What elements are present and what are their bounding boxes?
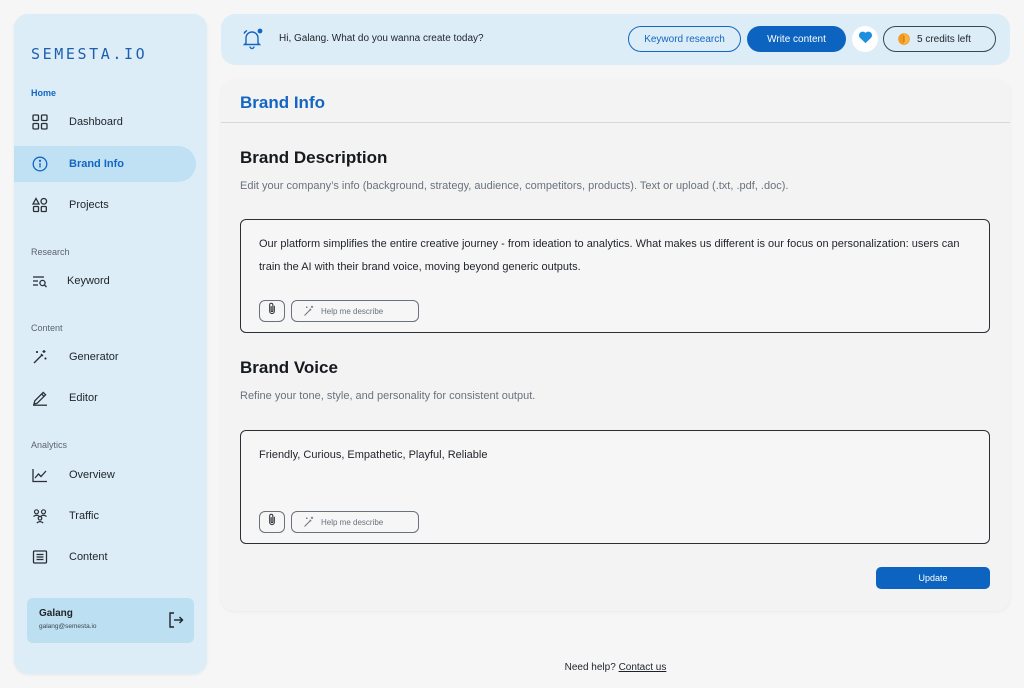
help-me-describe-button[interactable]: Help me describe bbox=[291, 300, 419, 322]
credits-text: 5 credits left bbox=[917, 33, 971, 45]
magic-wand-icon bbox=[304, 516, 314, 527]
coin-icon bbox=[898, 33, 910, 45]
sidebar-item-content[interactable]: Content bbox=[14, 539, 196, 575]
notification-bell-icon[interactable] bbox=[241, 28, 263, 50]
sidebar: SEMESTA.IO Home Dashboard Brand Info Pro… bbox=[14, 14, 207, 674]
magic-wand-icon bbox=[304, 305, 314, 316]
section-label-home: Home bbox=[31, 88, 57, 98]
user-card: Galang galang@semesta.io bbox=[27, 598, 194, 643]
help-me-describe-label: Help me describe bbox=[321, 306, 384, 316]
brand-voice-heading: Brand Voice bbox=[240, 358, 338, 377]
write-content-button[interactable]: Write content bbox=[747, 26, 846, 52]
info-icon bbox=[31, 155, 49, 173]
section-label-analytics: Analytics bbox=[31, 440, 68, 450]
brand-voice-hint: Refine your tone, style, and personality… bbox=[240, 390, 536, 402]
sidebar-item-label: Generator bbox=[69, 351, 119, 363]
header-divider bbox=[221, 122, 1010, 123]
grid-icon bbox=[31, 113, 49, 131]
keyword-research-button[interactable]: Keyword research bbox=[628, 26, 741, 52]
user-email: galang@semesta.io bbox=[39, 623, 97, 630]
brand-voice-text[interactable]: Friendly, Curious, Empathetic, Playful, … bbox=[259, 444, 973, 467]
sidebar-item-generator[interactable]: Generator bbox=[14, 339, 196, 375]
update-button[interactable]: Update bbox=[876, 567, 990, 589]
document-icon bbox=[31, 548, 49, 566]
shapes-icon bbox=[31, 196, 49, 214]
sidebar-item-label: Dashboard bbox=[69, 116, 123, 128]
top-bar: Hi, Galang. What do you wanna create tod… bbox=[221, 14, 1010, 65]
sidebar-item-keyword[interactable]: Keyword bbox=[14, 263, 196, 299]
sidebar-item-traffic[interactable]: Traffic bbox=[14, 498, 196, 534]
sidebar-item-label: Content bbox=[69, 551, 108, 563]
sidebar-item-label: Overview bbox=[69, 469, 115, 481]
attach-file-button[interactable] bbox=[259, 511, 285, 533]
brand-voice-field[interactable]: Friendly, Curious, Empathetic, Playful, … bbox=[240, 430, 990, 544]
sidebar-item-label: Editor bbox=[69, 392, 98, 404]
section-label-research: Research bbox=[31, 247, 70, 257]
paperclip-icon bbox=[267, 513, 277, 531]
section-label-content: Content bbox=[31, 323, 63, 333]
brand-description-field[interactable]: Our platform simplifies the entire creat… bbox=[240, 219, 990, 333]
user-name: Galang bbox=[39, 608, 73, 619]
sidebar-item-label: Keyword bbox=[67, 275, 110, 287]
favorites-button[interactable] bbox=[852, 26, 878, 52]
brand-logo[interactable]: SEMESTA.IO bbox=[31, 45, 147, 63]
paperclip-icon bbox=[267, 302, 277, 320]
sidebar-item-label: Projects bbox=[69, 199, 109, 211]
credits-badge[interactable]: 5 credits left bbox=[883, 26, 996, 52]
help-me-describe-label: Help me describe bbox=[321, 517, 384, 527]
logout-icon[interactable] bbox=[166, 610, 186, 630]
brand-info-panel: Brand Info Brand Description Edit your c… bbox=[221, 80, 1010, 611]
footer: Need help? Contact us bbox=[221, 662, 1010, 673]
magic-wand-icon bbox=[31, 348, 49, 366]
sidebar-item-dashboard[interactable]: Dashboard bbox=[14, 104, 196, 140]
sidebar-item-overview[interactable]: Overview bbox=[14, 457, 196, 493]
help-text: Need help? bbox=[564, 662, 616, 673]
brand-description-hint: Edit your company’s info (background, st… bbox=[240, 180, 789, 192]
contact-us-link[interactable]: Contact us bbox=[619, 662, 667, 673]
help-me-describe-button[interactable]: Help me describe bbox=[291, 511, 419, 533]
attach-file-button[interactable] bbox=[259, 300, 285, 322]
sidebar-item-label: Brand Info bbox=[69, 158, 124, 170]
brand-description-text[interactable]: Our platform simplifies the entire creat… bbox=[259, 233, 973, 279]
users-icon bbox=[31, 507, 49, 525]
sidebar-item-label: Traffic bbox=[69, 510, 99, 522]
page-title: Brand Info bbox=[240, 93, 325, 112]
brand-description-heading: Brand Description bbox=[240, 148, 388, 167]
sidebar-item-brand-info[interactable]: Brand Info bbox=[14, 146, 196, 182]
sidebar-item-editor[interactable]: Editor bbox=[14, 380, 196, 416]
heart-icon bbox=[858, 30, 873, 49]
greeting-text: Hi, Galang. What do you wanna create tod… bbox=[279, 33, 484, 44]
pencil-icon bbox=[31, 389, 49, 407]
list-search-icon bbox=[31, 272, 49, 290]
line-chart-icon bbox=[31, 466, 49, 484]
sidebar-item-projects[interactable]: Projects bbox=[14, 187, 196, 223]
